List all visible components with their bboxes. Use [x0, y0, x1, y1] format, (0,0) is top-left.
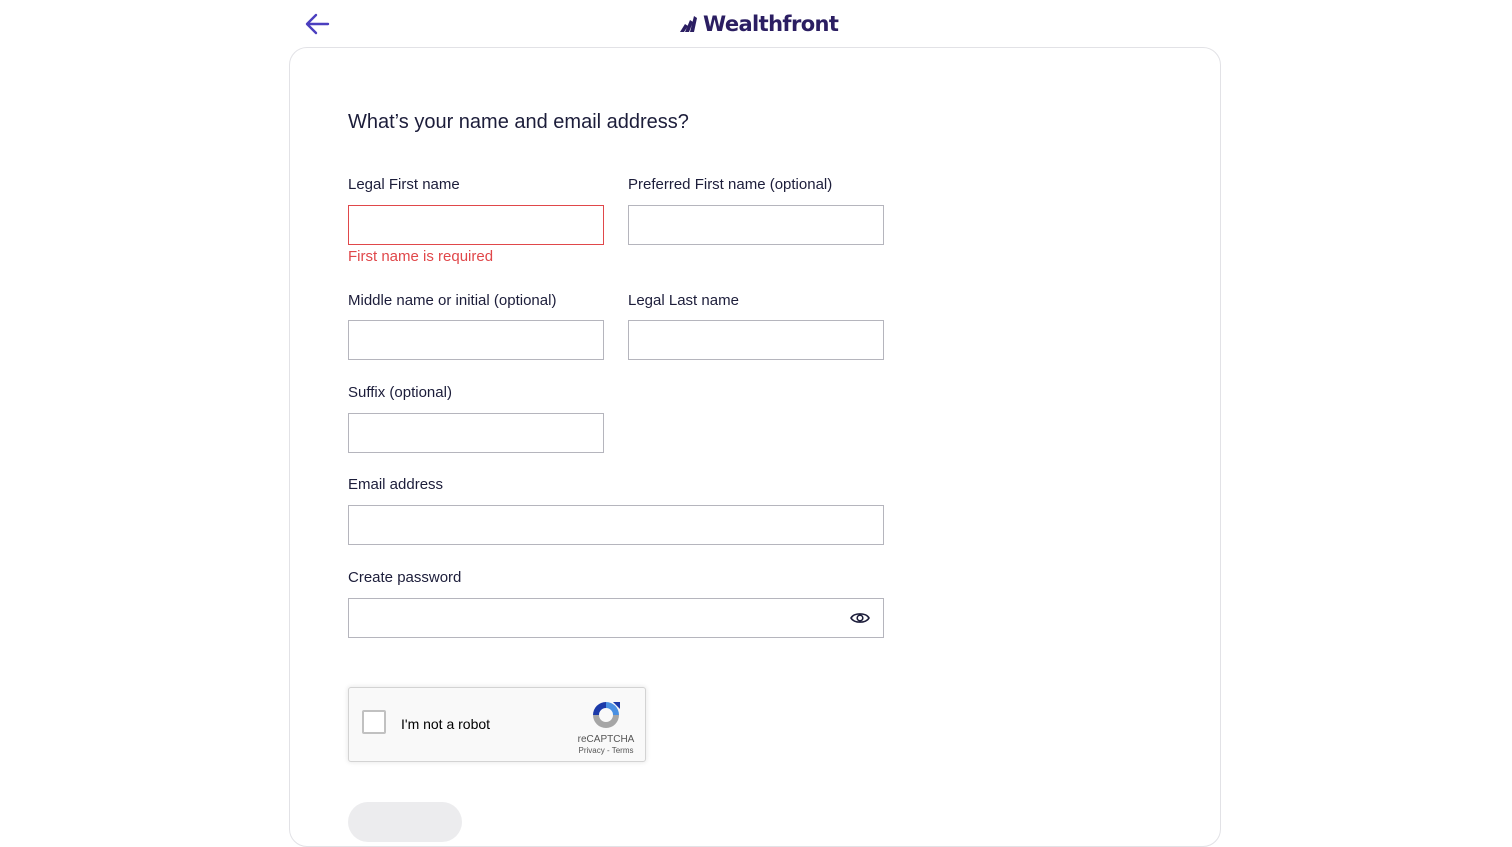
logo-text: Wealthfront: [703, 12, 839, 36]
privacy-link[interactable]: Privacy: [579, 746, 605, 755]
continue-button[interactable]: [348, 802, 462, 842]
show-password-toggle[interactable]: [848, 607, 872, 629]
wealthfront-logo[interactable]: Wealthfront: [679, 8, 839, 40]
back-button[interactable]: [302, 10, 332, 38]
first-name-error: First name is required: [348, 248, 494, 265]
preferred-first-name-field[interactable]: [628, 205, 884, 245]
recaptcha-links: Privacy - Terms: [571, 746, 641, 755]
first-name-field[interactable]: [348, 205, 604, 245]
last-name-field[interactable]: [628, 320, 884, 360]
suffix-label: Suffix (optional): [348, 384, 452, 401]
middle-name-label: Middle name or initial (optional): [348, 292, 557, 309]
eye-icon: [850, 613, 870, 623]
suffix-field[interactable]: [348, 413, 604, 453]
first-name-label: Legal First name: [348, 176, 460, 193]
password-field[interactable]: [348, 598, 884, 638]
email-field[interactable]: [348, 505, 884, 545]
wealthfront-mark-icon: [680, 16, 697, 32]
terms-link[interactable]: Terms: [612, 746, 634, 755]
preferred-first-name-label: Preferred First name (optional): [628, 176, 833, 193]
middle-name-field[interactable]: [348, 320, 604, 360]
link-separator: -: [604, 746, 612, 755]
arrow-left-icon: [305, 13, 330, 35]
password-label: Create password: [348, 569, 462, 586]
recaptcha-label: I'm not a robot: [401, 716, 491, 732]
recaptcha-icon: [593, 702, 620, 728]
top-bar: Wealthfront: [0, 0, 1512, 48]
last-name-label: Legal Last name: [628, 292, 739, 309]
recaptcha-widget: I'm not a robot reCAPTCHA Privacy - Term…: [348, 687, 646, 762]
page-title: What’s your name and email address?: [348, 111, 689, 133]
email-label: Email address: [348, 476, 444, 493]
recaptcha-checkbox[interactable]: [362, 710, 386, 734]
recaptcha-brand: reCAPTCHA: [577, 734, 635, 745]
